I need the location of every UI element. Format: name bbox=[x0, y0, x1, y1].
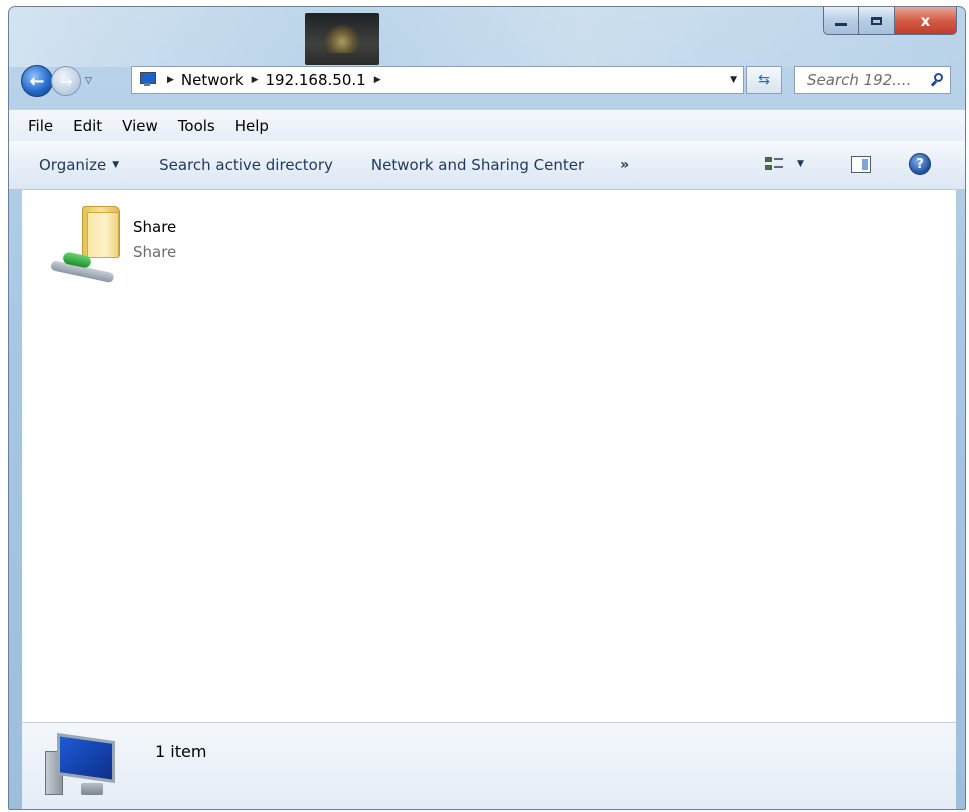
explorer-window: x ← → ▽ ▶ Network ▶ 192.168.50.1 ▶ ▼ ⇆ S… bbox=[8, 6, 966, 810]
search-input[interactable] bbox=[807, 71, 925, 89]
organize-button[interactable]: Organize ▼ bbox=[9, 156, 129, 174]
menu-view[interactable]: View bbox=[112, 117, 168, 135]
chevron-down-icon: ▼ bbox=[112, 160, 120, 170]
list-item[interactable]: Share Share bbox=[49, 204, 239, 284]
background-thumbnail bbox=[305, 13, 379, 65]
refresh-button[interactable]: ⇆ bbox=[746, 66, 782, 94]
maximize-icon bbox=[871, 16, 882, 25]
network-location-icon bbox=[137, 72, 157, 88]
item-subtitle: Share bbox=[133, 243, 177, 261]
menu-file[interactable]: File bbox=[9, 117, 63, 135]
chevron-down-icon: ▽ bbox=[85, 76, 92, 86]
network-sharing-center-button[interactable]: Network and Sharing Center bbox=[361, 156, 594, 174]
command-bar: Organize ▼ Search active directory Netwo… bbox=[9, 141, 965, 190]
organize-label: Organize bbox=[39, 156, 107, 174]
forward-button[interactable]: → bbox=[51, 66, 81, 96]
refresh-icon: ⇆ bbox=[758, 72, 770, 88]
address-dropdown-icon[interactable]: ▼ bbox=[730, 75, 737, 85]
file-list: Share Share bbox=[22, 190, 956, 722]
menu-tools[interactable]: Tools bbox=[168, 117, 225, 135]
back-arrow-icon: ← bbox=[29, 70, 45, 92]
computer-icon bbox=[45, 732, 125, 801]
more-commands-button[interactable]: » bbox=[610, 157, 639, 173]
recent-pages-dropdown[interactable]: ▽ bbox=[85, 76, 92, 86]
menu-bar: File Edit View Tools Help bbox=[9, 109, 965, 142]
preview-pane-button[interactable] bbox=[851, 156, 871, 173]
item-count: 1 item bbox=[155, 742, 207, 761]
navigation-row: ← → ▽ ▶ Network ▶ 192.168.50.1 ▶ ▼ ⇆ bbox=[9, 63, 965, 101]
close-button[interactable]: x bbox=[895, 7, 957, 35]
search-active-directory-label: Search active directory bbox=[159, 156, 333, 174]
breadcrumb: ▶ Network ▶ 192.168.50.1 ▶ bbox=[163, 71, 388, 89]
help-icon: ? bbox=[916, 156, 924, 172]
forward-arrow-icon: → bbox=[59, 71, 73, 91]
breadcrumb-network[interactable]: Network bbox=[181, 71, 244, 89]
item-name: Share bbox=[133, 218, 177, 236]
search-icon[interactable] bbox=[930, 73, 945, 87]
back-button[interactable]: ← bbox=[21, 65, 53, 97]
breadcrumb-separator-icon[interactable]: ▶ bbox=[252, 75, 259, 85]
close-icon: x bbox=[920, 11, 931, 30]
window-controls: x bbox=[823, 7, 957, 35]
view-options-icon bbox=[765, 155, 783, 173]
maximize-button[interactable] bbox=[859, 7, 895, 35]
shared-folder-icon bbox=[49, 204, 125, 284]
status-bar: 1 item bbox=[22, 722, 956, 809]
search-box bbox=[794, 66, 951, 94]
network-sharing-center-label: Network and Sharing Center bbox=[370, 156, 585, 174]
minimize-button[interactable] bbox=[823, 7, 859, 35]
address-bar[interactable]: ▶ Network ▶ 192.168.50.1 ▶ ▼ bbox=[131, 66, 744, 94]
chevron-down-icon: ▼ bbox=[797, 159, 804, 169]
breadcrumb-separator-icon[interactable]: ▶ bbox=[374, 75, 381, 85]
menu-help[interactable]: Help bbox=[225, 117, 279, 135]
minimize-icon bbox=[835, 23, 847, 26]
search-active-directory-button[interactable]: Search active directory bbox=[149, 156, 343, 174]
breadcrumb-host[interactable]: 192.168.50.1 bbox=[265, 71, 365, 89]
menu-edit[interactable]: Edit bbox=[63, 117, 112, 135]
breadcrumb-separator-icon[interactable]: ▶ bbox=[167, 75, 174, 85]
help-button[interactable]: ? bbox=[909, 153, 931, 175]
change-view-button[interactable]: ▼ bbox=[765, 155, 804, 173]
more-chevron-icon: » bbox=[620, 157, 630, 173]
